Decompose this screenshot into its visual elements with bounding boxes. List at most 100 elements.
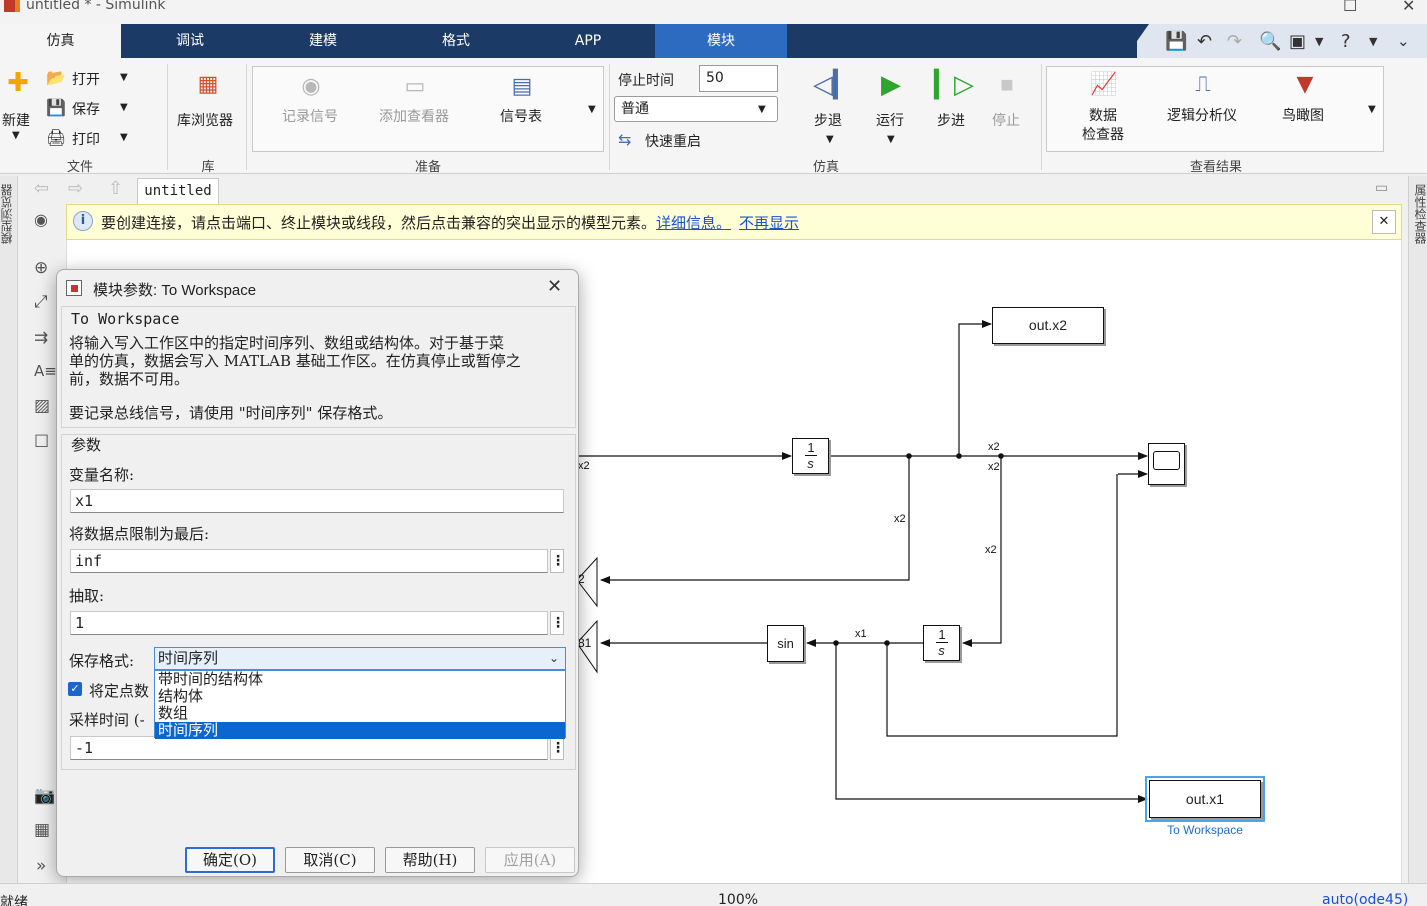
- forward-icon[interactable]: ⇨: [68, 178, 83, 199]
- open-button[interactable]: 打开: [72, 69, 100, 89]
- expand-icon[interactable]: »: [36, 856, 46, 876]
- chevron-down-icon[interactable]: ▼: [758, 104, 766, 115]
- restore-icon[interactable]: ☐: [1343, 0, 1357, 15]
- more-options-icon[interactable]: ⋮: [550, 736, 565, 760]
- help-icon[interactable]: ?: [1341, 31, 1351, 52]
- simulation-mode-select[interactable]: 普通: [614, 96, 778, 122]
- data-inspector-label-2[interactable]: 检查器: [1082, 124, 1124, 144]
- redo-icon[interactable]: ↷: [1227, 31, 1242, 52]
- apply-button[interactable]: 应用(A): [485, 847, 575, 873]
- scope-block[interactable]: [1148, 443, 1185, 485]
- chevron-down-icon[interactable]: ▼: [120, 102, 128, 113]
- property-inspector-tab[interactable]: 属性检查器: [1410, 184, 1427, 244]
- save-format-dropdown: 带时间的结构体 结构体 数组 时间序列: [154, 670, 566, 739]
- undo-icon[interactable]: ↶: [1197, 31, 1212, 52]
- collapse-ribbon-icon[interactable]: ⌄: [1397, 32, 1410, 50]
- connect-arrows-icon[interactable]: ⇉: [34, 328, 48, 348]
- save-icon[interactable]: 💾: [1165, 31, 1187, 52]
- save-button[interactable]: 保存: [72, 99, 100, 119]
- step-forward-button[interactable]: 步进: [937, 110, 965, 130]
- details-link[interactable]: 详细信息。: [656, 214, 731, 232]
- dont-show-again-link[interactable]: 不再显示: [739, 214, 799, 232]
- record-signal-button[interactable]: 记录信号: [282, 106, 338, 126]
- tab-debug[interactable]: 调试: [125, 24, 255, 58]
- group-divider: [246, 64, 247, 170]
- fast-restart-toggle[interactable]: 快速重启: [645, 131, 701, 151]
- up-icon[interactable]: ⇧: [108, 178, 123, 199]
- model-browser-tab[interactable]: 模型浏览器: [0, 184, 17, 244]
- birds-eye-button[interactable]: 鸟瞰图: [1282, 105, 1324, 125]
- variable-name-label: 变量名称:: [69, 466, 135, 484]
- to-workspace-x1-block[interactable]: out.x1: [1149, 780, 1261, 818]
- quick-access-toolbar: 💾 ↶ ↷ 🔍 ▣ ▼ ? ▼ ⌄: [1137, 24, 1427, 58]
- chevron-down-icon[interactable]: ▼: [120, 132, 128, 143]
- property-inspector-strip[interactable]: 属性检查器: [1408, 176, 1427, 896]
- library-browser-button[interactable]: 库浏览器: [177, 110, 233, 130]
- step-back-button[interactable]: 步退: [814, 110, 842, 130]
- chevron-down-icon[interactable]: ▼: [120, 72, 128, 83]
- image-icon[interactable]: ▨: [34, 396, 50, 416]
- tab-apps[interactable]: APP: [523, 24, 653, 58]
- report-icon[interactable]: ▦: [34, 820, 50, 840]
- chevron-down-icon[interactable]: ▼: [1315, 35, 1323, 48]
- camera-icon[interactable]: 📷: [34, 786, 55, 806]
- model-tab[interactable]: untitled: [137, 178, 219, 204]
- to-workspace-x2-block[interactable]: out.x2: [992, 307, 1104, 344]
- more-options-icon[interactable]: ⋮: [550, 549, 565, 573]
- save-format-option[interactable]: 结构体: [155, 688, 565, 705]
- variable-name-input[interactable]: x1: [70, 489, 564, 513]
- logic-analyzer-button[interactable]: 逻辑分析仪: [1167, 105, 1237, 125]
- integrator-block-bottom[interactable]: 1 s: [923, 625, 960, 661]
- chevron-down-icon[interactable]: ▼: [826, 134, 834, 145]
- tab-simulation[interactable]: 仿真: [0, 24, 121, 58]
- chevron-down-icon[interactable]: ▼: [1368, 104, 1376, 115]
- save-format-option[interactable]: 带时间的结构体: [155, 671, 565, 688]
- fixed-point-checkbox[interactable]: ✓: [68, 682, 82, 696]
- to-workspace-caption[interactable]: To Workspace: [1149, 823, 1261, 837]
- integrator-block-top[interactable]: 1 s: [792, 438, 829, 474]
- ok-button[interactable]: 确定(O): [185, 847, 275, 873]
- print-button[interactable]: 打印: [72, 129, 100, 149]
- save-format-option[interactable]: 数组: [155, 705, 565, 722]
- save-format-option-selected[interactable]: 时间序列: [155, 722, 565, 739]
- zoom-icon[interactable]: ⊕: [34, 258, 48, 278]
- tab-format[interactable]: 格式: [391, 24, 521, 58]
- chevron-down-icon[interactable]: ⌄: [549, 648, 559, 669]
- hide-explorer-icon[interactable]: ▭: [1375, 180, 1388, 196]
- signal-table-button[interactable]: 信号表: [500, 106, 542, 126]
- limit-data-points-input[interactable]: inf: [70, 549, 548, 573]
- annotation-icon[interactable]: A≡: [34, 362, 57, 380]
- hide-info-icon[interactable]: ◉: [34, 210, 48, 229]
- fit-view-icon[interactable]: ⤢: [34, 292, 48, 312]
- data-inspector-label-1[interactable]: 数据: [1089, 105, 1117, 125]
- sin-block[interactable]: sin: [767, 625, 804, 662]
- tab-block[interactable]: 模块: [655, 24, 787, 58]
- add-viewer-button[interactable]: 添加查看器: [379, 106, 449, 126]
- chevron-down-icon[interactable]: ▼: [12, 130, 20, 141]
- chevron-down-icon[interactable]: ▼: [588, 104, 596, 115]
- integrator-numerator: 1: [936, 628, 948, 643]
- status-bar: 就绪 100% auto(ode45): [0, 883, 1427, 906]
- chevron-down-icon[interactable]: ▼: [1369, 35, 1377, 48]
- search-icon[interactable]: 🔍: [1259, 31, 1281, 52]
- run-button[interactable]: 运行: [876, 110, 904, 130]
- stop-time-input[interactable]: 50: [699, 65, 778, 92]
- close-dialog-icon[interactable]: ✕: [547, 276, 562, 297]
- cancel-button[interactable]: 取消(C): [285, 847, 375, 873]
- solver-link[interactable]: auto(ode45): [1322, 892, 1408, 906]
- close-info-icon[interactable]: ✕: [1372, 210, 1396, 234]
- stop-button[interactable]: 停止: [992, 110, 1020, 130]
- new-button[interactable]: 新建: [2, 110, 30, 130]
- window-layout-icon[interactable]: ▣: [1289, 31, 1306, 52]
- model-browser-strip[interactable]: 模型浏览器: [0, 176, 18, 896]
- area-icon[interactable]: ☐: [34, 432, 49, 452]
- save-format-select[interactable]: 时间序列 ⌄: [154, 647, 566, 670]
- tab-modeling[interactable]: 建模: [258, 24, 388, 58]
- help-button[interactable]: 帮助(H): [385, 847, 475, 873]
- chevron-down-icon[interactable]: ▼: [887, 134, 895, 145]
- back-icon[interactable]: ⇦: [34, 178, 49, 199]
- more-options-icon[interactable]: ⋮: [550, 611, 565, 635]
- decimation-input[interactable]: 1: [70, 611, 548, 635]
- sample-time-input[interactable]: -1: [70, 736, 548, 760]
- close-window-icon[interactable]: ✕: [1402, 0, 1415, 15]
